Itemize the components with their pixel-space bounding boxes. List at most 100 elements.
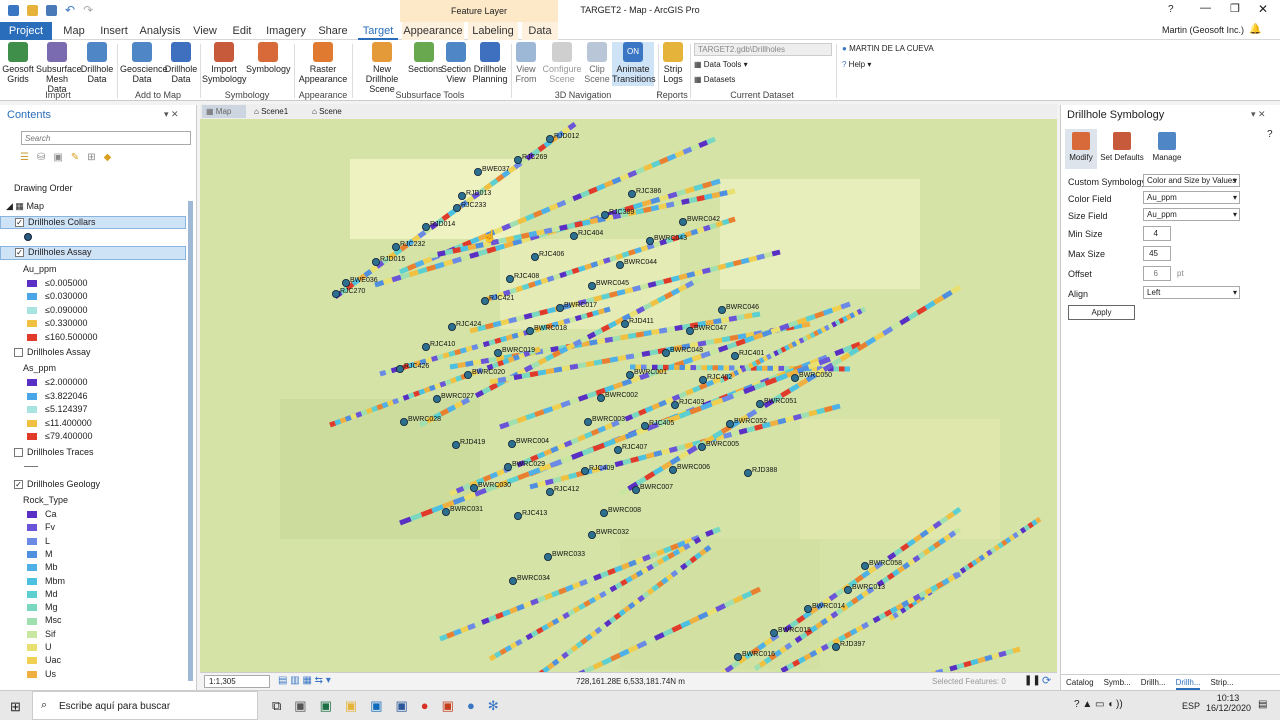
layer-visibility-checkbox[interactable] xyxy=(14,448,23,458)
list-by-selection-icon[interactable]: ▣ xyxy=(53,152,62,163)
drillhole-collar[interactable] xyxy=(508,576,517,585)
clip-scene-button[interactable]: Clip Scene xyxy=(582,42,612,84)
help-icon[interactable]: ? xyxy=(1267,129,1273,140)
drillhole-collar[interactable] xyxy=(685,326,694,335)
tab-analysis[interactable]: Analysis xyxy=(138,22,182,40)
datasets-button[interactable]: ▦ Datasets xyxy=(694,75,735,84)
word-icon[interactable]: ▣ xyxy=(395,698,407,714)
scale-dropdown[interactable]: 1:1,305 xyxy=(204,675,270,688)
drillhole-collar[interactable] xyxy=(545,134,554,143)
drillhole-collar[interactable] xyxy=(640,421,649,430)
store-icon[interactable]: ▣ xyxy=(294,698,306,714)
drillhole-collar[interactable] xyxy=(631,485,640,494)
contents-scrollbar[interactable] xyxy=(188,201,193,681)
drillhole-collar[interactable] xyxy=(421,223,430,232)
drillhole-collar[interactable] xyxy=(545,487,554,496)
windows-start-icon[interactable]: ⊞ xyxy=(10,699,21,715)
undo-icon[interactable]: ↶ xyxy=(65,4,75,17)
drillhole-collar[interactable] xyxy=(580,466,589,475)
save-icon[interactable] xyxy=(46,5,57,16)
drillhole-collar[interactable] xyxy=(625,370,634,379)
tab-map[interactable]: Map xyxy=(56,22,92,40)
list-by-data-source-icon[interactable]: ⛁ xyxy=(37,152,45,163)
drillhole-collar[interactable] xyxy=(507,439,516,448)
geosoft-grids-button[interactable]: Geosoft Grids xyxy=(2,42,34,84)
subsurface-mesh-data-button[interactable]: Subsurface Mesh Data xyxy=(36,42,82,94)
drillhole-collar[interactable] xyxy=(599,508,608,517)
tab-symbology[interactable]: Symb... xyxy=(1104,675,1131,690)
drillhole-collar[interactable] xyxy=(530,252,539,261)
modify-mode-button[interactable]: Modify xyxy=(1065,129,1097,169)
drillhole-collar[interactable] xyxy=(600,211,609,220)
drillhole-collar[interactable] xyxy=(791,373,800,382)
redo-icon[interactable]: ↷ xyxy=(83,4,93,17)
drillhole-collar[interactable] xyxy=(480,296,489,305)
drillhole-collar[interactable] xyxy=(587,530,596,539)
drillhole-collar[interactable] xyxy=(469,483,478,492)
view-from-button[interactable]: View From xyxy=(512,42,540,84)
help-menu[interactable]: ? Help ▾ xyxy=(842,60,871,69)
tab-drillhole-2[interactable]: Drillh... xyxy=(1175,675,1201,690)
powerpoint-icon[interactable]: ▣ xyxy=(442,698,454,714)
drillhole-planning-button[interactable]: Drillhole Planning xyxy=(472,42,508,84)
drillhole-collar[interactable] xyxy=(441,507,450,516)
drillhole-collar[interactable] xyxy=(770,628,779,637)
tab-appearance[interactable]: Appearance xyxy=(402,22,464,40)
drillhole-collar[interactable] xyxy=(569,232,578,241)
tab-scene[interactable]: ⌂ Scene xyxy=(312,105,342,118)
drillhole-collar[interactable] xyxy=(505,274,514,283)
layer-visibility-checkbox[interactable]: ✓ xyxy=(14,480,23,490)
raster-appearance-button[interactable]: Raster Appearance xyxy=(298,42,348,84)
drillhole-collar[interactable] xyxy=(661,348,670,357)
refresh-icon[interactable]: ⟳ xyxy=(1042,674,1051,687)
drillhole-collar[interactable] xyxy=(731,351,740,360)
list-by-editing-icon[interactable]: ✎ xyxy=(71,152,79,163)
tab-map-view[interactable]: ▦ Map xyxy=(202,105,246,118)
drillhole-data-import-button[interactable]: Drillhole Data xyxy=(80,42,114,84)
layer-drillholes-assay-as[interactable]: Drillholes Assay xyxy=(14,347,91,358)
drillhole-collar[interactable] xyxy=(744,468,753,477)
drillhole-collar[interactable] xyxy=(620,319,629,328)
drillhole-collar[interactable] xyxy=(726,419,735,428)
drillhole-collar[interactable] xyxy=(371,257,380,266)
apply-button[interactable]: Apply xyxy=(1068,305,1135,320)
color-field-dropdown[interactable]: Au_ppm ▾ xyxy=(1143,191,1240,204)
pause-drawing-icon[interactable]: ❚❚ xyxy=(1024,675,1041,686)
drillhole-collar[interactable] xyxy=(463,370,472,379)
drillhole-collar[interactable] xyxy=(668,465,677,474)
tab-drillhole-1[interactable]: Drillh... xyxy=(1141,675,1166,690)
drillhole-collar[interactable] xyxy=(421,342,430,351)
drillhole-collar[interactable] xyxy=(543,552,552,561)
animate-transitions-toggle[interactable]: ON Animate Transitions xyxy=(612,42,656,86)
drillhole-collar[interactable] xyxy=(627,190,636,199)
tab-labeling[interactable]: Labeling xyxy=(468,22,518,40)
outlook-icon[interactable]: ▣ xyxy=(370,698,382,714)
help-button[interactable]: ? xyxy=(1168,4,1174,15)
layer-drillholes-traces[interactable]: Drillholes Traces xyxy=(14,447,94,458)
strip-logs-button[interactable]: Strip Logs xyxy=(660,42,686,84)
configure-scene-button[interactable]: Configure Scene xyxy=(542,42,582,84)
map-tools-icons[interactable]: ▤ ▥ ▦ ⇆ ▾ xyxy=(278,675,331,686)
drillhole-collar[interactable] xyxy=(832,643,841,652)
tab-imagery[interactable]: Imagery xyxy=(264,22,308,40)
close-icon[interactable]: ✕ xyxy=(1258,2,1268,16)
drillhole-collar[interactable] xyxy=(698,375,707,384)
clock[interactable]: 10:13 16/12/2020 xyxy=(1206,693,1251,713)
data-tools-menu[interactable]: ▦ Data Tools ▾ xyxy=(694,60,748,69)
tab-target[interactable]: Target xyxy=(358,22,398,40)
file-explorer-icon[interactable]: ▣ xyxy=(345,698,357,714)
user-account[interactable]: Martin (Geosoft Inc.) xyxy=(1162,25,1244,35)
pane-options-icon[interactable]: ▾ ✕ xyxy=(164,109,179,120)
layer-visibility-checkbox[interactable] xyxy=(14,348,23,358)
section-view-button[interactable]: Section View xyxy=(440,42,472,84)
geoscience-data-button[interactable]: Geoscience Data xyxy=(120,42,168,84)
drillhole-collar[interactable] xyxy=(645,237,654,246)
drillhole-collar[interactable] xyxy=(697,442,706,451)
layer-visibility-checkbox[interactable]: ✓ xyxy=(15,248,24,258)
notifications-icon[interactable]: ▤ xyxy=(1258,699,1267,710)
maximize-icon[interactable]: ❐ xyxy=(1230,2,1240,15)
new-icon[interactable] xyxy=(8,5,19,16)
drillhole-collar[interactable] xyxy=(331,289,340,298)
drillhole-collar[interactable] xyxy=(861,561,870,570)
pane-options-icon[interactable]: ▾ ✕ xyxy=(1251,109,1266,120)
